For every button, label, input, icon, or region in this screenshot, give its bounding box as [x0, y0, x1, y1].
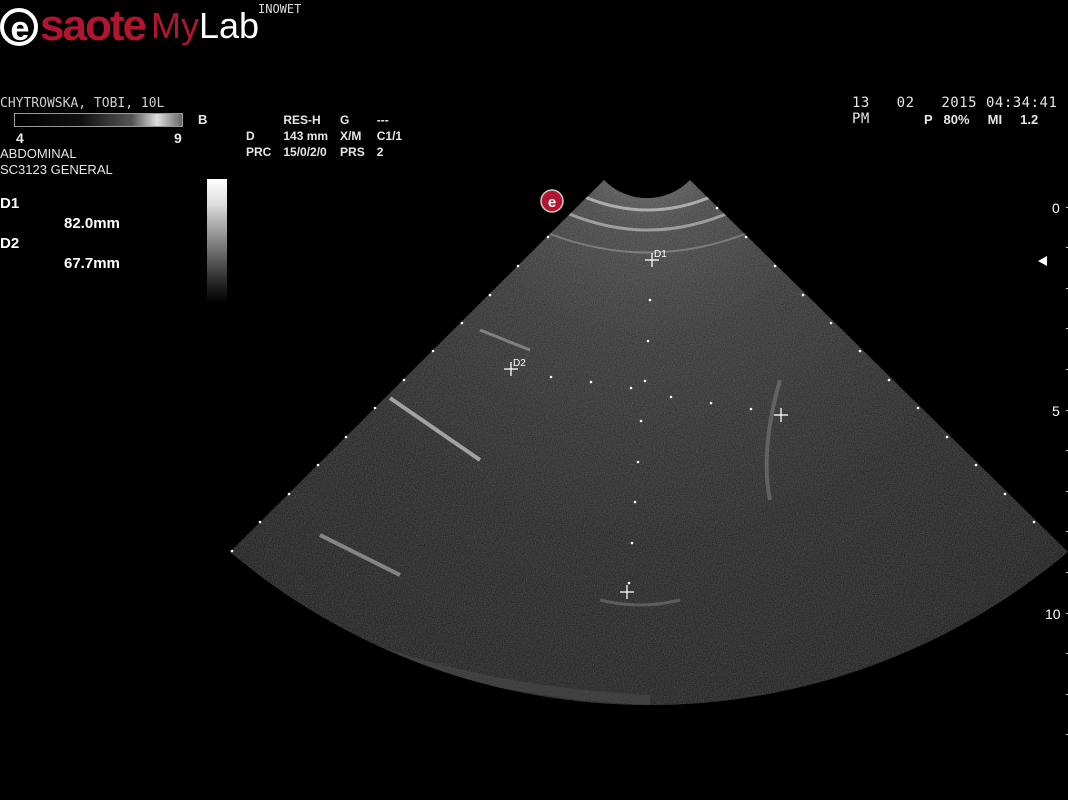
- focus-marker-icon[interactable]: [1038, 256, 1047, 266]
- ultrasound-image[interactable]: e D1 D2: [0, 0, 1068, 800]
- depth-label-5: 5: [1052, 403, 1060, 419]
- caliper-d2-label: D2: [513, 358, 526, 369]
- depth-label-0: 0: [1052, 200, 1060, 216]
- depth-label-10: 10: [1045, 606, 1061, 622]
- svg-text:e: e: [548, 194, 556, 211]
- caliper-d1-label: D1: [654, 249, 667, 260]
- tissue-texture: [230, 180, 1068, 706]
- probe-orientation-icon: e: [540, 189, 564, 213]
